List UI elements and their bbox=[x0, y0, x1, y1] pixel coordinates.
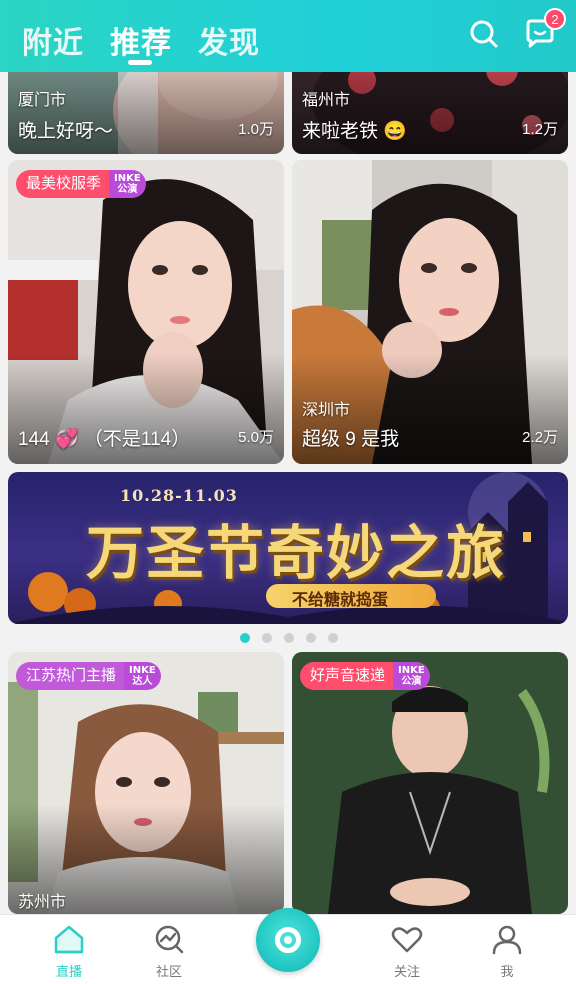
live-card-shenzhen[interactable]: 深圳市 超级 9 是我 2.2万 bbox=[292, 160, 568, 464]
top-tabs: 附近 推荐 发现 bbox=[22, 18, 260, 62]
start-live-button[interactable] bbox=[256, 908, 320, 972]
home-icon bbox=[54, 925, 84, 954]
carousel-dot[interactable] bbox=[284, 633, 294, 643]
carousel-dot[interactable] bbox=[240, 633, 250, 643]
card-city: 福州市 bbox=[302, 92, 351, 109]
profile-icon bbox=[492, 925, 522, 955]
banner-subtitle-pill: 不给糖就捣蛋 bbox=[266, 584, 436, 609]
card-title: 144 💞 （不是114） bbox=[18, 429, 191, 450]
inke-badge: INKE 公演 bbox=[393, 662, 430, 690]
inke-badge: INKE 达人 bbox=[124, 662, 161, 690]
search-button[interactable] bbox=[466, 16, 502, 52]
carousel-dot[interactable] bbox=[262, 633, 272, 643]
nav-me[interactable]: 我 bbox=[472, 923, 542, 980]
event-tag[interactable]: 最美校服季 INKE 公演 bbox=[16, 170, 146, 198]
badge-bottom: 达人 bbox=[132, 676, 153, 687]
nav-community[interactable]: 社区 bbox=[134, 923, 204, 980]
card-viewers: 2.2万 bbox=[522, 429, 558, 446]
live-card-suzhou[interactable]: 江苏热门主播 INKE 达人 苏州市 bbox=[8, 652, 284, 914]
live-card-good-voice[interactable]: 好声音速递 INKE 公演 bbox=[292, 652, 568, 914]
event-tag[interactable]: 好声音速递 INKE 公演 bbox=[300, 662, 430, 690]
nav-label: 直播 bbox=[55, 964, 82, 979]
card-city: 深圳市 bbox=[302, 402, 351, 419]
card-title: 超级 9 是我 bbox=[302, 429, 400, 450]
card-title: 来啦老铁 😄 bbox=[302, 121, 407, 142]
tab-discover[interactable]: 发现 bbox=[198, 18, 260, 62]
community-icon bbox=[155, 925, 184, 954]
tag-label: 江苏热门主播 bbox=[16, 662, 125, 690]
carousel-indicator bbox=[240, 633, 338, 643]
live-card-uniform[interactable]: 最美校服季 INKE 公演 144 💞 （不是114） 5.0万 bbox=[8, 160, 284, 464]
badge-bottom: 公演 bbox=[117, 184, 138, 195]
live-thumbnail bbox=[292, 652, 568, 914]
nav-live[interactable]: 直播 bbox=[34, 923, 104, 980]
message-count-badge: 2 bbox=[544, 8, 566, 30]
nav-label: 关注 bbox=[393, 964, 420, 979]
carousel-dot[interactable] bbox=[328, 633, 338, 643]
record-dot bbox=[284, 936, 292, 944]
nav-label: 我 bbox=[500, 964, 514, 979]
banner-title: 万圣节奇妙之旅 bbox=[86, 519, 507, 587]
top-header: 附近 推荐 发现 2 bbox=[0, 0, 576, 72]
card-title: 晚上好呀～ bbox=[18, 121, 114, 142]
tag-label: 好声音速递 bbox=[300, 662, 394, 690]
card-city: 苏州市 bbox=[18, 894, 67, 911]
event-tag[interactable]: 江苏热门主播 INKE 达人 bbox=[16, 662, 161, 690]
nav-label: 社区 bbox=[155, 964, 182, 979]
badge-top: INKE bbox=[114, 173, 141, 184]
badge-top: INKE bbox=[398, 665, 425, 676]
card-city: 厦门市 bbox=[18, 92, 67, 109]
carousel-dot[interactable] bbox=[306, 633, 316, 643]
banner-date: 10.28-11.03 bbox=[120, 486, 238, 505]
nav-follow[interactable]: 关注 bbox=[372, 923, 442, 980]
inke-badge: INKE 公演 bbox=[109, 170, 146, 198]
card-viewers: 1.2万 bbox=[522, 121, 558, 138]
app-screen: 厦门市 晚上好呀～ 1.0万 福州市 来啦老铁 😄 1.2万 最美校服季 INK… bbox=[0, 0, 576, 984]
badge-top: INKE bbox=[129, 665, 156, 676]
badge-bottom: 公演 bbox=[401, 676, 422, 687]
tab-nearby[interactable]: 附近 bbox=[22, 18, 84, 62]
search-icon bbox=[470, 20, 498, 48]
banner-subtitle: 不给糖就捣蛋 bbox=[292, 592, 389, 609]
halloween-banner[interactable]: 10.28-11.03 万圣节奇妙之旅 不给糖就捣蛋 bbox=[8, 472, 568, 624]
tab-recommended[interactable]: 推荐 bbox=[110, 18, 172, 62]
active-tab-indicator bbox=[128, 60, 152, 65]
heart-icon bbox=[391, 927, 423, 953]
card-viewers: 1.0万 bbox=[238, 121, 274, 138]
card-viewers: 5.0万 bbox=[238, 429, 274, 446]
tag-label: 最美校服季 bbox=[16, 170, 110, 198]
